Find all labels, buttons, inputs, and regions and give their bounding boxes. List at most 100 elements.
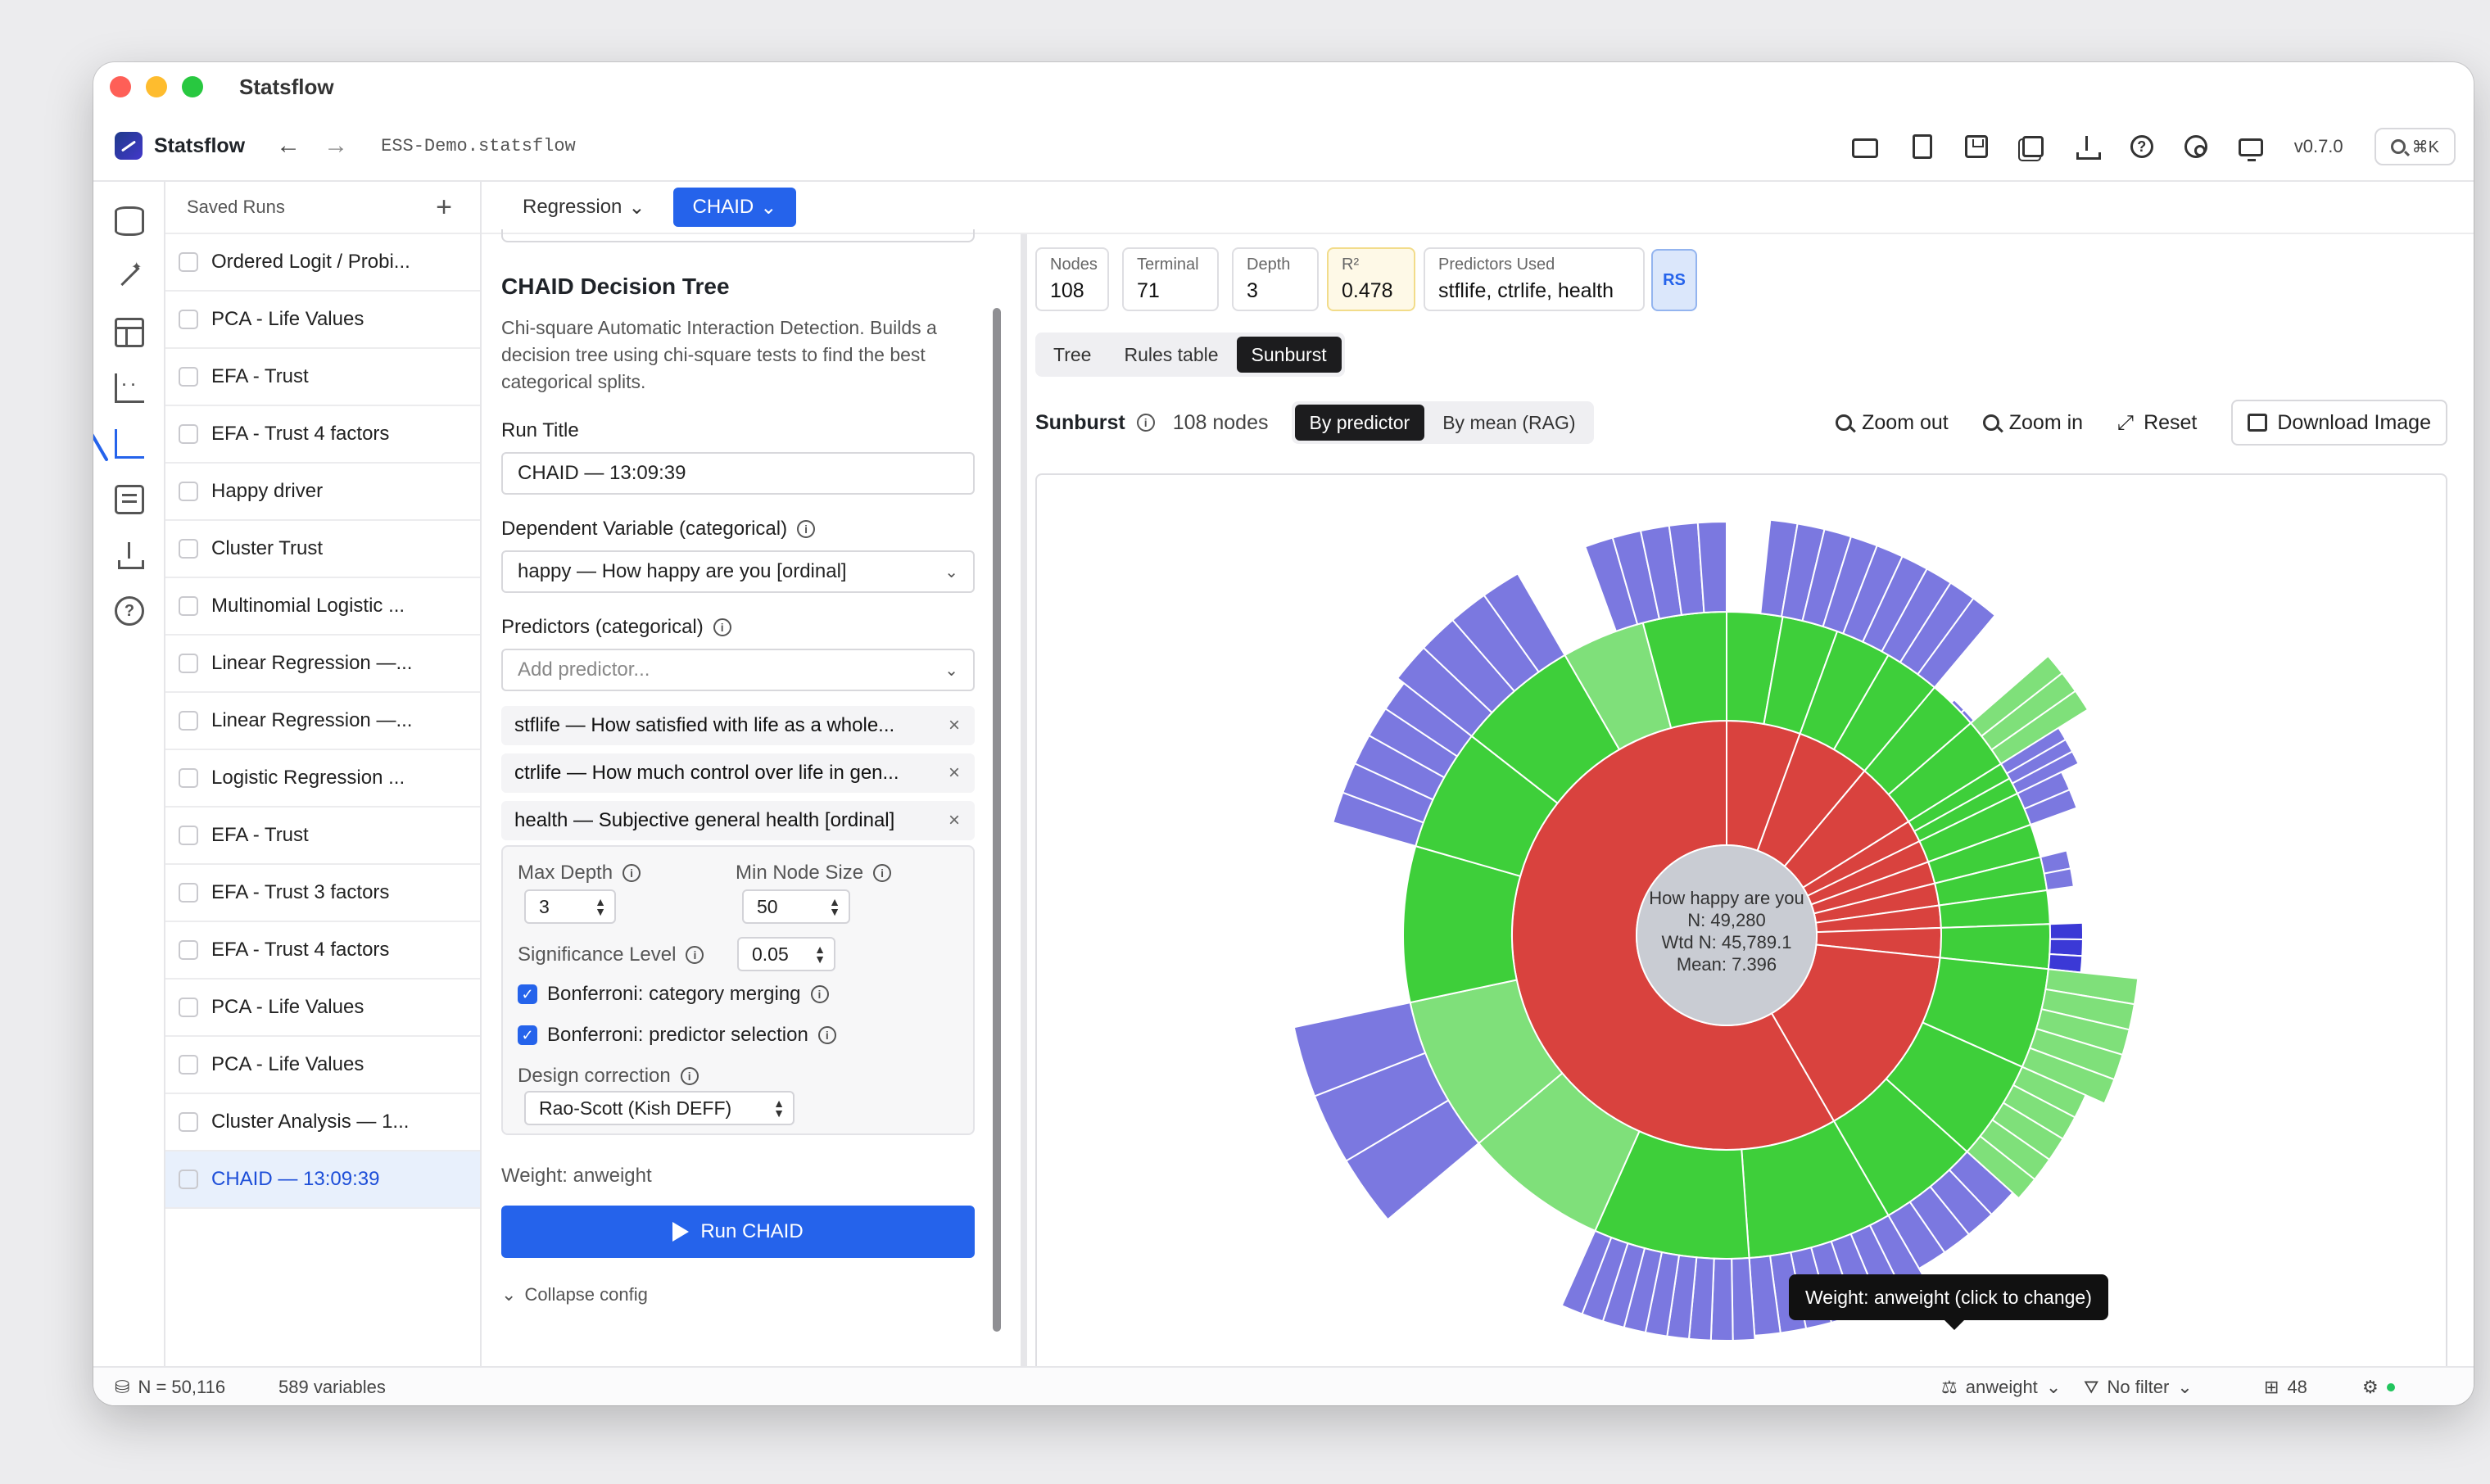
run-list-item[interactable]: PCA - Life Values [165,292,480,349]
tab-tree[interactable]: Tree [1039,337,1106,373]
forward-arrow-icon[interactable]: → [324,132,348,160]
run-list-item[interactable]: EFA - Trust [165,349,480,406]
run-checkbox[interactable] [179,1055,198,1075]
save-icon[interactable] [1964,135,1988,158]
run-list-item[interactable]: PCA - Life Values [165,980,480,1037]
run-checkbox[interactable] [179,252,198,272]
chaid-mode-button[interactable]: CHAID ⌄ [672,188,797,227]
table-icon[interactable] [115,318,144,347]
run-checkbox[interactable] [179,940,198,960]
engine-status[interactable]: ⚙ [2362,1368,2395,1405]
run-chaid-button[interactable]: Run CHAID [501,1206,975,1258]
add-run-icon[interactable]: + [436,193,452,221]
database-icon: ⛁ [115,1377,130,1397]
info-icon[interactable]: i [1136,414,1155,432]
panel-resize-handle[interactable] [1021,234,1027,1366]
info-icon[interactable]: i [686,946,704,964]
run-checkbox[interactable] [179,826,198,845]
run-list-item[interactable]: Logistic Regression ... [165,750,480,808]
download-image-button[interactable]: Download Image [2231,400,2447,446]
run-checkbox[interactable] [179,1170,198,1189]
run-list-item[interactable]: EFA - Trust 4 factors [165,922,480,980]
settings-gear-icon[interactable] [2184,135,2207,158]
close-window-button[interactable] [110,76,131,97]
search-button[interactable]: ⌘K [2374,128,2456,165]
rail-help-icon[interactable]: ? [115,596,144,626]
rao-scott-badge[interactable]: RS [1651,249,1697,311]
open-folder-icon[interactable] [1851,138,1878,158]
run-list-item[interactable]: EFA - Trust [165,808,480,865]
back-arrow-icon[interactable]: ← [276,132,301,160]
run-list-item[interactable]: EFA - Trust 3 factors [165,865,480,922]
add-predictor-select[interactable]: Add predictor... ⌄ [501,649,975,691]
run-list-item[interactable]: Multinomial Logistic ... [165,578,480,636]
zoom-window-button[interactable] [182,76,203,97]
info-icon[interactable]: i [713,618,731,636]
run-checkbox[interactable] [179,883,198,903]
run-list-item[interactable]: Linear Regression —... [165,636,480,693]
reset-button[interactable]: ⤢ Reset [2117,411,2197,435]
bonferroni-merging-checkbox[interactable]: ✓ Bonferroni: category merging i [518,983,829,1006]
run-checkbox[interactable] [179,367,198,387]
run-checkbox[interactable] [179,998,198,1017]
dependent-variable-select[interactable]: happy — How happy are you [ordinal] ⌄ [501,550,975,593]
weight-selector[interactable]: ⚖ anweight ⌄ [1941,1368,2061,1405]
run-checkbox[interactable] [179,711,198,731]
run-checkbox[interactable] [179,596,198,616]
run-list-item[interactable]: EFA - Trust 4 factors [165,406,480,464]
run-list-item[interactable]: Cluster Trust [165,521,480,578]
data-database-icon[interactable] [115,206,144,236]
max-depth-stepper[interactable]: 3 ▲ ▼ [524,889,616,924]
run-list-item[interactable]: Linear Regression —... [165,693,480,750]
run-checkbox[interactable] [179,539,198,559]
new-file-icon[interactable] [1912,134,1932,159]
minimize-window-button[interactable] [146,76,167,97]
tab-sunburst[interactable]: Sunburst [1236,337,1342,373]
design-correction-select[interactable]: Rao-Scott (Kish DEFF) ▲ ▼ [524,1091,795,1125]
collapse-config-button[interactable]: ⌄ Collapse config [501,1284,648,1305]
run-list-item[interactable]: Happy driver [165,464,480,521]
by-predictor-button[interactable]: By predictor [1294,405,1425,441]
run-list-item[interactable]: Cluster Analysis — 1... [165,1094,480,1151]
transform-wand-icon[interactable] [115,259,144,292]
zoom-out-button[interactable]: Zoom out [1836,411,1949,435]
sunburst-level3-node[interactable] [2049,921,2084,941]
display-monitor-icon[interactable] [2238,138,2263,161]
run-checkbox[interactable] [179,1112,198,1132]
run-checkbox[interactable] [179,310,198,329]
sunburst-level3-node[interactable] [2049,938,2084,957]
run-checkbox[interactable] [179,654,198,673]
by-mean-button[interactable]: By mean (RAG) [1428,405,1590,441]
config-scrollbar[interactable] [993,308,1001,1332]
run-checkbox[interactable] [179,424,198,444]
significance-level-stepper[interactable]: 0.05 ▲ ▼ [737,937,835,971]
min-node-size-stepper[interactable]: 50 ▲ ▼ [742,889,850,924]
export-download-icon[interactable] [2075,134,2101,160]
export-icon[interactable] [115,541,144,570]
remove-predictor-icon[interactable]: × [948,809,960,832]
run-list-item[interactable]: Ordered Logit / Probi... [165,234,480,292]
chat-icon[interactable] [115,485,144,514]
run-list-item[interactable]: CHAID — 13:09:39 [165,1151,480,1209]
info-icon[interactable]: i [810,985,829,1003]
info-icon[interactable]: i [873,864,892,882]
info-icon[interactable]: i [817,1026,836,1044]
help-icon[interactable]: ? [2130,135,2153,158]
filter-selector[interactable]: ⛛ No filter ⌄ [2084,1368,2193,1405]
info-icon[interactable]: i [680,1067,699,1085]
info-icon[interactable]: i [622,864,641,882]
save-as-icon[interactable] [2021,136,2044,157]
bonferroni-predictor-checkbox[interactable]: ✓ Bonferroni: predictor selection i [518,1024,836,1047]
run-checkbox[interactable] [179,482,198,501]
run-checkbox[interactable] [179,768,198,788]
zoom-in-button[interactable]: Zoom in [1982,411,2083,435]
regression-mode-button[interactable]: Regression ⌄ [523,196,645,219]
tab-rules-table[interactable]: Rules table [1109,337,1233,373]
remove-predictor-icon[interactable]: × [948,762,960,785]
run-title-input[interactable]: CHAID — 13:09:39 [501,452,975,495]
scatter-chart-icon[interactable] [115,373,144,411]
remove-predictor-icon[interactable]: × [948,714,960,737]
run-list-item[interactable]: PCA - Life Values [165,1037,480,1094]
info-icon[interactable]: i [797,520,816,538]
analysis-line-chart-icon[interactable] [115,429,144,459]
